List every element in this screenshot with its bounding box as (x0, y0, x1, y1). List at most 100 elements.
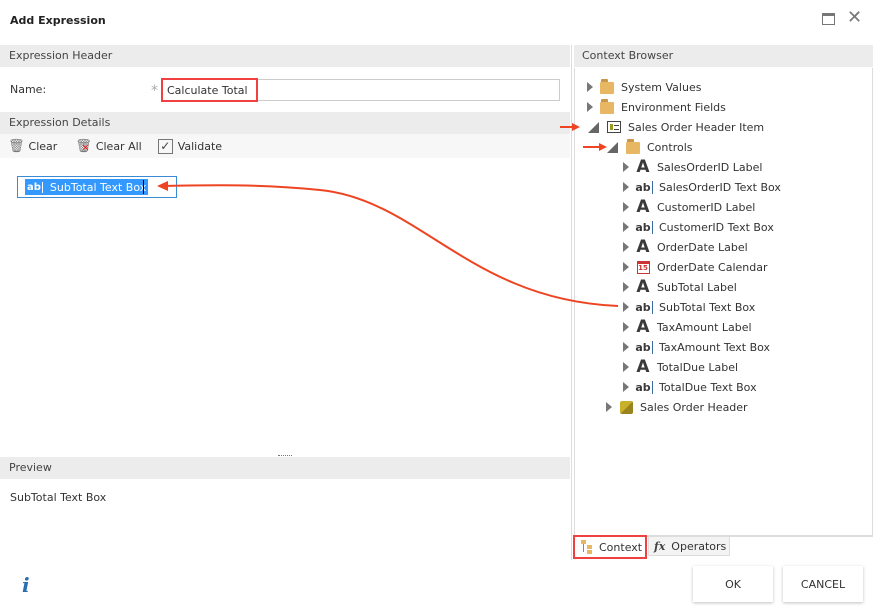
tree-item-label: SalesOrderID Text Box (659, 180, 781, 194)
textbox-icon: ab (635, 380, 653, 394)
tree-item-label: OrderDate Calendar (657, 260, 768, 274)
clear-button[interactable]: 🗑 Clear (8, 139, 57, 154)
tree-item[interactable]: A OrderDate Label (623, 237, 748, 257)
label-icon: A (636, 237, 650, 257)
expression-header-title: Expression Header (0, 45, 570, 67)
label-icon: A (636, 157, 650, 177)
tree-item-label: TotalDue Label (657, 360, 739, 374)
maximize-icon[interactable] (822, 13, 835, 25)
expand-icon[interactable] (623, 262, 629, 272)
textbox-icon: ab (635, 340, 653, 354)
textbox-icon: ab (635, 220, 653, 234)
dialog-title: Add Expression (10, 14, 106, 27)
expression-input[interactable]: ab SubTotal Text Box (17, 176, 177, 198)
expression-editor[interactable] (0, 158, 570, 455)
tree-item[interactable]: A CustomerID Label (623, 197, 755, 217)
tab-context[interactable]: Context (573, 535, 647, 559)
expand-icon[interactable] (587, 102, 593, 112)
label-icon: A (636, 197, 650, 217)
context-browser-title: Context Browser (574, 45, 873, 67)
checkbox-icon: ✓ (157, 138, 173, 154)
textbox-icon: ab (27, 181, 43, 193)
tree-item-label: SubTotal Text Box (659, 300, 756, 314)
expand-icon[interactable] (623, 162, 629, 172)
expand-icon[interactable] (587, 82, 593, 92)
tree-item-label: SubTotal Label (657, 280, 737, 294)
expand-icon[interactable] (623, 222, 629, 232)
tree-item-label: TaxAmount Text Box (659, 340, 771, 354)
trash-icon: 🗑 (8, 138, 25, 154)
label-icon: A (636, 317, 650, 337)
label-icon: A (636, 277, 650, 297)
tree-item[interactable]: System Values (587, 77, 701, 97)
validate-button[interactable]: ✓ Validate (157, 138, 222, 154)
expand-icon[interactable] (623, 382, 629, 392)
tree-item[interactable]: ab SubTotal Text Box (623, 297, 755, 317)
tree-item-label: Environment Fields (621, 100, 726, 114)
tree-item-label: Sales Order Header (640, 400, 748, 414)
tree-item[interactable]: A SubTotal Label (623, 277, 737, 297)
tree-item[interactable]: Environment Fields (587, 97, 726, 117)
tab-operators[interactable]: fx Operators (648, 536, 730, 556)
ok-button[interactable]: OK (693, 566, 773, 602)
close-icon[interactable]: ✕ (847, 9, 862, 27)
calendar-icon: 15 (636, 260, 650, 274)
collapse-icon[interactable] (607, 141, 618, 153)
cancel-button[interactable]: CANCEL (783, 566, 863, 602)
expand-icon[interactable] (623, 282, 629, 292)
name-input-value[interactable]: Calculate Total (161, 78, 258, 102)
details-toolbar: 🗑 Clear 🗑 ✕ Clear All ✓ Validate (0, 134, 570, 158)
tree-item-label: Controls (647, 140, 693, 154)
expand-icon[interactable] (606, 402, 612, 412)
tree-item-label: System Values (621, 80, 702, 94)
form-icon (607, 120, 621, 134)
clear-all-button[interactable]: 🗑 ✕ Clear All (75, 139, 141, 154)
textbox-icon: ab (635, 180, 653, 194)
context-tree: System Values Environment Fields Sales Ord… (574, 68, 873, 536)
name-label: Name: (10, 83, 47, 96)
label-icon: A (636, 357, 650, 377)
expand-icon[interactable] (623, 322, 629, 332)
trash-x-icon: 🗑 ✕ (75, 138, 92, 154)
tree-item-label: CustomerID Label (657, 200, 756, 214)
cube-icon (619, 400, 633, 414)
tree-item[interactable]: ab TaxAmount Text Box (623, 337, 770, 357)
function-icon: fx (654, 539, 666, 553)
tree-item[interactable]: Sales Order Header Item (587, 117, 764, 137)
tree-item[interactable]: A TotalDue Label (623, 357, 738, 377)
expand-icon[interactable] (623, 302, 629, 312)
preview-title: Preview (0, 457, 570, 479)
textbox-icon: ab (635, 300, 653, 314)
tree-item-label: CustomerID Text Box (659, 220, 774, 234)
expand-icon[interactable] (623, 342, 629, 352)
expand-icon[interactable] (623, 202, 629, 212)
tree-item[interactable]: A TaxAmount Label (623, 317, 752, 337)
context-tree-icon (581, 540, 593, 554)
folder-icon (600, 79, 614, 94)
tree-item[interactable]: ab SalesOrderID Text Box (623, 177, 781, 197)
tree-item[interactable]: A SalesOrderID Label (623, 157, 762, 177)
tree-item-label: OrderDate Label (657, 240, 748, 254)
tree-item-label: Sales Order Header Item (628, 120, 765, 134)
expand-icon[interactable] (623, 362, 629, 372)
tree-item[interactable]: Controls (606, 137, 693, 157)
text-cursor (143, 180, 144, 194)
expression-details-title: Expression Details (0, 112, 570, 134)
panel-divider[interactable] (571, 45, 572, 560)
expand-icon[interactable] (623, 182, 629, 192)
collapse-icon[interactable] (588, 121, 599, 133)
expand-icon[interactable] (623, 242, 629, 252)
tree-item-label: TotalDue Text Box (659, 380, 757, 394)
folder-icon (600, 99, 614, 114)
tree-item-label: SalesOrderID Label (657, 160, 763, 174)
tree-item[interactable]: ab TotalDue Text Box (623, 377, 757, 397)
expression-token[interactable]: ab SubTotal Text Box (25, 179, 149, 195)
tree-item-label: TaxAmount Label (657, 320, 752, 334)
preview-text: SubTotal Text Box (10, 491, 107, 504)
splitter-handle[interactable] (278, 455, 292, 456)
tree-item[interactable]: Sales Order Header (606, 397, 748, 417)
required-mark: * (151, 83, 158, 99)
tree-item[interactable]: ab CustomerID Text Box (623, 217, 774, 237)
tree-item[interactable]: 15 OrderDate Calendar (623, 257, 768, 277)
info-icon[interactable]: i (22, 573, 30, 597)
